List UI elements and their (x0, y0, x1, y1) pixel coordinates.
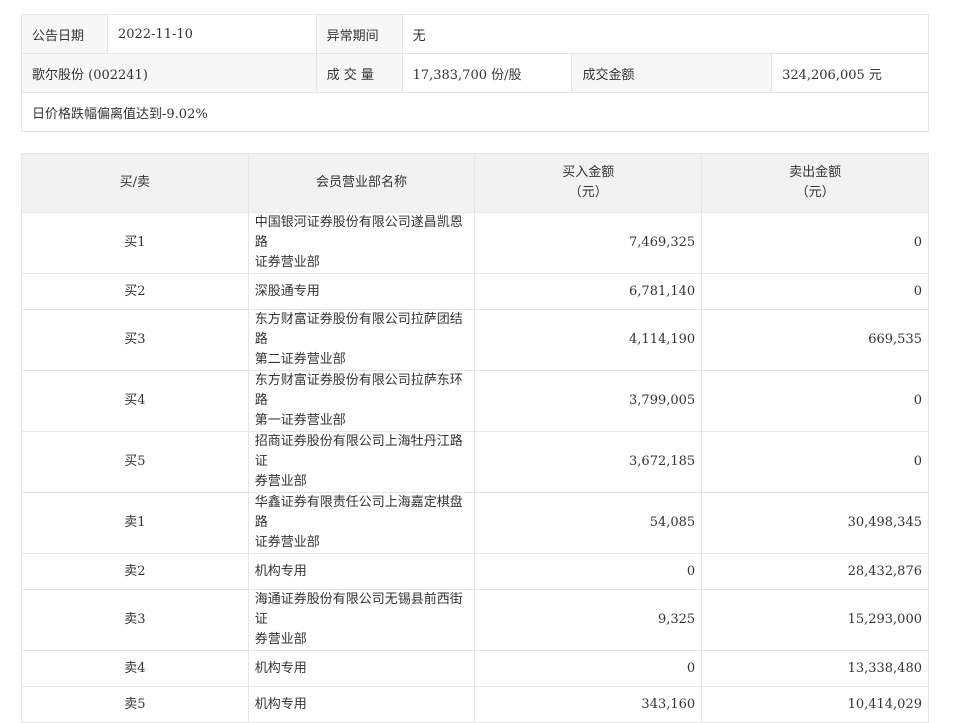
member-cell: 招商证券股份有限公司上海牡丹江路证 券营业部 (247, 431, 476, 493)
sell-amount-cell: 10,414,029 (701, 686, 929, 723)
sell-amount-cell: 0 (701, 273, 929, 310)
turnover-value: 324,206,005 元 (771, 53, 929, 93)
sell-amount-cell: 13,338,480 (701, 650, 929, 687)
header-buy-amount: 买入金额 （元） (474, 153, 703, 213)
side-cell: 卖3 (21, 589, 249, 651)
member-cell: 海通证券股份有限公司无锡县前西街证 券营业部 (247, 589, 476, 651)
member-cell: 东方财富证券股份有限公司拉萨东环路 第一证券营业部 (247, 370, 476, 432)
sell-amount-cell: 30,498,345 (701, 492, 929, 554)
stock-name: 歌尔股份 (002241) (21, 53, 317, 93)
summary-table: 公告日期 2022-11-10 异常期间 无 歌尔股份 (002241) 成 交… (21, 14, 930, 132)
buy-amount-cell: 3,672,185 (474, 431, 703, 493)
announce-date-value: 2022-11-10 (106, 14, 317, 54)
table-row: 卖1 华鑫证券有限责任公司上海嘉定棋盘路 证券营业部 54,085 30,498,… (21, 492, 929, 554)
header-sell-amount: 卖出金额 （元） (701, 153, 929, 213)
table-row: 买2 深股通专用 6,781,140 0 (21, 273, 929, 310)
member-cell: 中国银河证券股份有限公司遂昌凯恩路 证券营业部 (247, 212, 476, 274)
side-cell: 卖5 (21, 686, 249, 723)
buy-amount-cell: 0 (474, 553, 703, 590)
side-cell: 买4 (21, 370, 249, 432)
header-sell-unit: （元） (795, 185, 835, 200)
table-row: 卖4 机构专用 0 13,338,480 (21, 650, 929, 687)
side-cell: 卖2 (21, 553, 249, 590)
header-member: 会员营业部名称 (247, 153, 476, 213)
buy-amount-cell: 4,114,190 (474, 309, 703, 371)
buy-amount-cell: 0 (474, 650, 703, 687)
buy-amount-cell: 6,781,140 (474, 273, 703, 310)
buy-amount-cell: 7,469,325 (474, 212, 703, 274)
header-side: 买/卖 (21, 153, 249, 213)
volume-value: 17,383,700 份/股 (401, 53, 573, 93)
side-cell: 卖1 (21, 492, 249, 554)
turnover-label: 成交金额 (571, 53, 773, 93)
summary-row-date: 公告日期 2022-11-10 异常期间 无 (21, 14, 930, 54)
side-cell: 买1 (21, 212, 249, 274)
summary-row-stock: 歌尔股份 (002241) 成 交 量 17,383,700 份/股 成交金额 … (21, 53, 929, 93)
table-header-row: 买/卖 会员营业部名称 买入金额 （元） 卖出金额 （元） (21, 153, 929, 213)
member-cell: 华鑫证券有限责任公司上海嘉定棋盘路 证券营业部 (247, 492, 476, 554)
buy-amount-cell: 9,325 (474, 589, 703, 651)
listing-reason: 日价格跌幅偏离值达到-9.02% (21, 92, 929, 132)
volume-label: 成 交 量 (315, 53, 403, 93)
abnormal-period-label: 异常期间 (315, 14, 403, 54)
side-cell: 买5 (21, 431, 249, 493)
table-row: 买1 中国银河证券股份有限公司遂昌凯恩路 证券营业部 7,469,325 0 (21, 212, 929, 274)
member-cell: 机构专用 (247, 650, 476, 687)
side-cell: 卖4 (21, 650, 249, 687)
table-row: 卖3 海通证券股份有限公司无锡县前西街证 券营业部 9,325 15,293,00… (21, 589, 929, 651)
sell-amount-cell: 0 (701, 370, 929, 432)
sell-amount-cell: 28,432,876 (701, 553, 929, 590)
header-buy-label: 买入金额 (562, 165, 615, 180)
member-cell: 机构专用 (247, 686, 476, 723)
sell-amount-cell: 15,293,000 (701, 589, 929, 651)
header-sell-label: 卖出金额 (789, 165, 842, 180)
buy-amount-cell: 54,085 (474, 492, 703, 554)
sell-amount-cell: 0 (701, 212, 929, 274)
announce-date-label: 公告日期 (21, 14, 108, 54)
table-row: 买5 招商证券股份有限公司上海牡丹江路证 券营业部 3,672,185 0 (21, 431, 929, 493)
member-cell: 深股通专用 (247, 273, 476, 310)
table-row: 买3 东方财富证券股份有限公司拉萨团结路 第二证券营业部 4,114,190 66… (21, 309, 929, 371)
side-cell: 买3 (21, 309, 249, 371)
table-row: 买4 东方财富证券股份有限公司拉萨东环路 第一证券营业部 3,799,005 0 (21, 370, 929, 432)
trading-seats-table: 买/卖 会员营业部名称 买入金额 （元） 卖出金额 （元） 买1 中国银河证券股… (21, 153, 929, 723)
side-cell: 买2 (21, 273, 249, 310)
buy-amount-cell: 3,799,005 (474, 370, 703, 432)
sell-amount-cell: 669,535 (701, 309, 929, 371)
summary-row-reason: 日价格跌幅偏离值达到-9.02% (21, 92, 929, 132)
member-cell: 东方财富证券股份有限公司拉萨团结路 第二证券营业部 (247, 309, 476, 371)
abnormal-period-value: 无 (401, 14, 930, 54)
sell-amount-cell: 0 (701, 431, 929, 493)
table-row: 卖5 机构专用 343,160 10,414,029 (21, 686, 929, 723)
table-row: 卖2 机构专用 0 28,432,876 (21, 553, 929, 590)
member-cell: 机构专用 (247, 553, 476, 590)
buy-amount-cell: 343,160 (474, 686, 703, 723)
header-buy-unit: （元） (568, 185, 608, 200)
